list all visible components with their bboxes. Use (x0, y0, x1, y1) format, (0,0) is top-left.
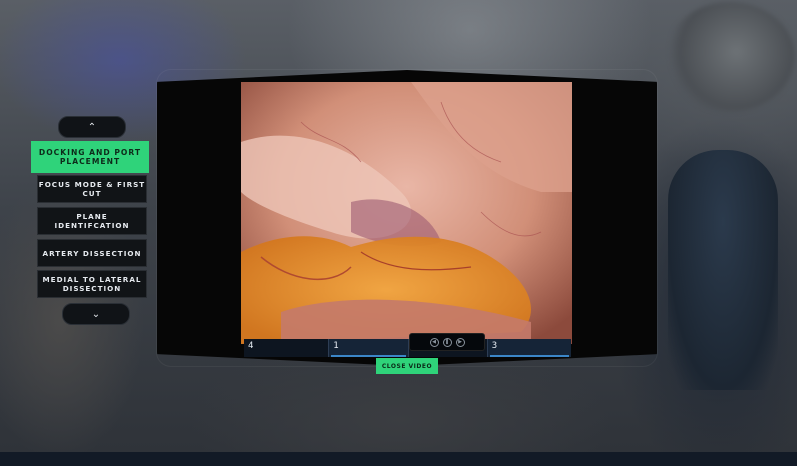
scroll-down-button[interactable]: ⌄ (62, 303, 130, 325)
rewind-icon[interactable]: ◀ (429, 337, 439, 347)
chapter-label: ARTERY DISSECTION (42, 248, 142, 258)
chapter-label: DOCKING AND PORT PLACEMENT (38, 148, 142, 166)
chapter-medial-to-lateral-dissection[interactable]: MEDIAL TO LATERAL DISSECTION (37, 270, 147, 298)
scroll-up-button[interactable]: ⌃ (58, 116, 126, 138)
surgical-lamp (665, 2, 795, 112)
chapter-focus-mode-first-cut[interactable]: FOCUS MODE & FIRST CUT (37, 175, 147, 203)
bottom-bar (0, 452, 797, 466)
segment-number: 3 (491, 341, 498, 351)
segment-number: 4 (248, 341, 254, 351)
forward-icon[interactable]: ▶ (455, 337, 465, 347)
chapter-docking-and-port-placement[interactable]: DOCKING AND PORT PLACEMENT (31, 141, 149, 173)
laparoscopic-video-frame (241, 82, 572, 344)
chapter-label: MEDIAL TO LATERAL DISSECTION (42, 275, 142, 293)
timeline-segment[interactable]: 3 (487, 339, 571, 357)
surgical-video[interactable] (241, 82, 572, 344)
chevron-up-icon: ⌃ (87, 121, 97, 133)
chapter-label: FOCUS MODE & FIRST CUT (38, 180, 146, 198)
play-pause-icon[interactable]: ❚ (442, 337, 452, 347)
segment-progress (489, 355, 569, 357)
timeline-segment[interactable]: 1 (329, 339, 410, 357)
video-chapter-timeline[interactable]: 4 1 2 3 (244, 339, 571, 357)
chapter-label: PLANE IDENTIFCATION (54, 212, 130, 230)
background-person (668, 150, 778, 390)
chapter-artery-dissection[interactable]: ARTERY DISSECTION (37, 239, 147, 267)
chapter-plane-identification[interactable]: PLANE IDENTIFCATION (37, 207, 147, 235)
segment-progress (331, 355, 407, 357)
playback-controls: ◀ ❚ ▶ (409, 333, 485, 351)
close-video-button[interactable]: CLOSE VIDEO (376, 358, 438, 374)
timeline-segment[interactable]: 4 (244, 339, 330, 357)
chevron-down-icon: ⌄ (91, 308, 101, 320)
segment-number: 1 (333, 341, 339, 351)
